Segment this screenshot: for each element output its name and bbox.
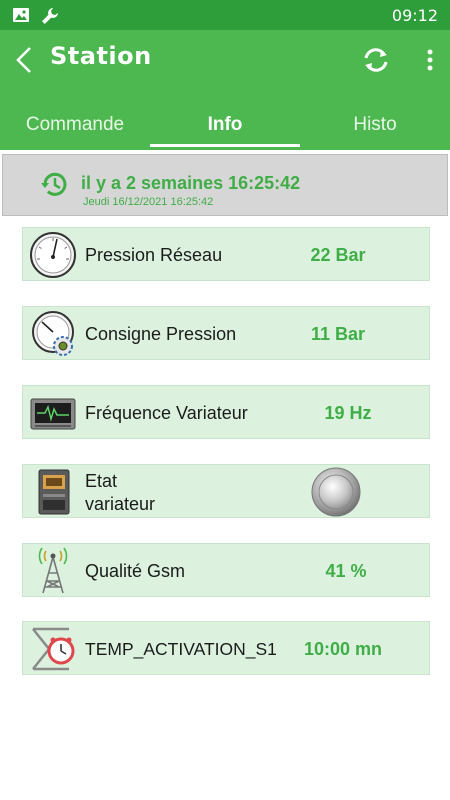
status-time: 09:12: [391, 6, 438, 25]
row-value: 22 Bar: [310, 245, 366, 265]
row-label: Consigne Pression: [85, 324, 237, 344]
oscilloscope-icon: [30, 398, 76, 430]
row-value: 11 Bar: [310, 324, 366, 344]
antenna-tower-icon: [38, 547, 68, 594]
overflow-menu-button[interactable]: [418, 44, 442, 76]
last-update-panel: il y a 2 semaines 16:25:42 Jeudi 16/12/2…: [2, 154, 448, 216]
wrench-icon: [40, 6, 60, 31]
status-icons: [12, 6, 60, 31]
row-label: TEMP_ACTIVATION_S1: [85, 639, 277, 659]
row-label-line1: Etat: [85, 471, 118, 491]
pressure-setpoint-gauge-icon: [32, 311, 74, 356]
tab-info[interactable]: Info: [150, 100, 300, 150]
sync-button[interactable]: [358, 44, 394, 76]
status-bar: 09:12: [0, 0, 450, 30]
row-label: Pression Réseau: [85, 245, 223, 265]
info-row-frequence-variateur: Fréquence Variateur 19 Hz: [22, 385, 430, 439]
row-label: Fréquence Variateur: [85, 403, 248, 423]
pressure-gauge-icon: [30, 232, 76, 278]
page-title: Station: [50, 42, 152, 70]
last-update-absolute: Jeudi 16/12/2021 16:25:42: [83, 196, 214, 208]
back-arrow-icon: [16, 47, 31, 73]
last-update-relative: il y a 2 semaines 16:25:42: [81, 173, 301, 193]
tab-commande[interactable]: Commande: [0, 100, 150, 150]
more-vert-icon: [427, 49, 433, 71]
row-value: 19 Hz: [324, 403, 372, 423]
sync-icon: [364, 48, 388, 72]
timer-clock-icon: [32, 627, 75, 671]
row-value: 10:00 mn: [303, 639, 383, 659]
history-clock-icon: [41, 172, 67, 196]
app-bar: Station Commande Info Histo: [0, 30, 450, 150]
info-row-temp-activation: TEMP_ACTIVATION_S1 10:00 mn: [22, 621, 430, 675]
status-led-icon: [311, 467, 361, 517]
row-label-line2: variateur: [85, 494, 156, 514]
back-button[interactable]: [8, 42, 40, 78]
row-label: Qualité Gsm: [85, 561, 186, 581]
row-label: Etat variateur: [85, 470, 155, 516]
info-row-pression-reseau: Pression Réseau 22 Bar: [22, 227, 430, 281]
info-row-consigne-pression: Consigne Pression 11 Bar: [22, 306, 430, 360]
image-icon: [12, 6, 30, 31]
tab-bar: Commande Info Histo: [0, 100, 450, 150]
info-row-qualite-gsm: Qualité Gsm 41 %: [22, 543, 430, 597]
row-value: 41 %: [325, 561, 367, 581]
info-row-etat-variateur: Etat variateur: [22, 464, 430, 518]
tab-histo[interactable]: Histo: [300, 100, 450, 150]
variable-drive-icon: [38, 469, 70, 515]
